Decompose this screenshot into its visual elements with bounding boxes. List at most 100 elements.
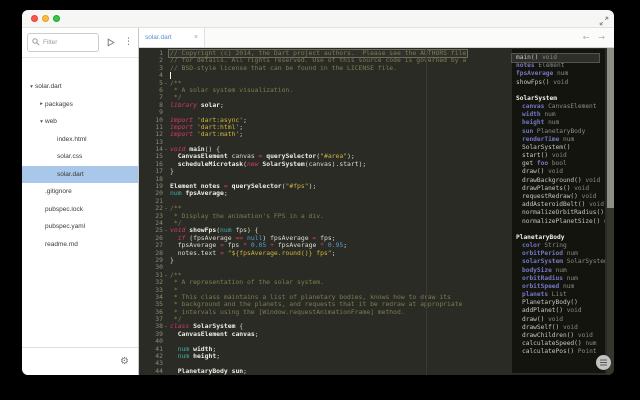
outline-item-fpsaverage-num[interactable]: fpsAverage num [512, 70, 605, 78]
outline-item-drawself-void[interactable]: drawSelf() void [512, 324, 605, 332]
outline-item-draw-void[interactable]: draw() void [512, 168, 605, 176]
outline-item-planetarybody[interactable]: PlanetaryBody [512, 234, 605, 242]
outline-item-get-foo-bool[interactable]: get foo bool [512, 160, 605, 168]
tree-item-label: .gitignore [45, 188, 72, 195]
outline-toggle-button[interactable] [596, 355, 611, 370]
sidebar-toolbar: Filter ⋮ [22, 28, 138, 58]
code-text: num height; [169, 353, 221, 360]
editor-area: solar.dart × ← → 1// Copyright (c) 2014,… [139, 28, 614, 375]
outline-gap [512, 87, 605, 95]
tree-item-label: pubspec.lock [45, 206, 83, 213]
outline-item-addplanet-void[interactable]: addPlanet() void [512, 307, 605, 315]
tree-item-label: solar.dart [35, 83, 62, 90]
outline-item-solarsystem-solarsystem[interactable]: solarSystem SolarSystem [512, 258, 605, 266]
outline-item-main-void[interactable]: main() void [512, 54, 599, 62]
code-text: // BSD-style license that can be found i… [169, 65, 398, 72]
window-titlebar [22, 10, 614, 28]
editor-scrollbar[interactable] [607, 48, 614, 375]
tree-item-solar-dart[interactable]: solar.dart [22, 166, 138, 184]
tree-item-pubspec-lock[interactable]: pubspec.lock [22, 201, 138, 219]
editor-scrollbar-thumb[interactable] [607, 48, 614, 208]
chevron-down-icon[interactable]: ▾ [28, 84, 35, 90]
outline-item-planets-list[interactable]: planets List [512, 291, 605, 299]
outline-item-normalizeplanetsize-n[interactable]: normalizePlanetSize() n… [512, 218, 605, 226]
nav-back-button[interactable]: ← [583, 33, 590, 42]
tree-item-label: readme.md [45, 241, 78, 248]
outline-panel: main() voidnotes ElementfpsAverage numsh… [512, 49, 605, 373]
zoom-window-button[interactable] [53, 15, 60, 22]
tree-item-label: solar.dart [57, 171, 84, 178]
tree-item-packages[interactable]: ▸packages [22, 96, 138, 114]
tree-item-solar-dart[interactable]: ▾solar.dart [22, 78, 138, 96]
code-text: num fpsAverage; [169, 190, 229, 197]
tab-solar-dart[interactable]: solar.dart × [139, 28, 205, 47]
expand-icon[interactable] [599, 13, 609, 23]
outline-item-width-num[interactable]: width num [512, 111, 605, 119]
traffic-lights [31, 15, 60, 22]
code-text: * Display the animation's FPS in a div. [169, 213, 325, 220]
outline-item-sun-planetarybody[interactable]: sun PlanetaryBody [512, 128, 605, 136]
filter-placeholder: Filter [43, 39, 57, 46]
tree-item-web[interactable]: ▾web [22, 113, 138, 131]
nav-forward-button[interactable]: → [598, 33, 605, 42]
tree-item-gitignore[interactable]: .gitignore [22, 183, 138, 201]
outline-item-start-void[interactable]: start() void [512, 152, 605, 160]
outline-item-addasteroidbelt-void[interactable]: addAsteroidBelt() void [512, 201, 605, 209]
outline-item-calculatepos-point[interactable]: calculatePos() Point [512, 348, 605, 356]
outline-item-draw-void[interactable]: draw() void [512, 316, 605, 324]
print-margin-ruler [426, 48, 427, 375]
code-text: notes.text = "${fpsAverage.round()} fps"… [169, 250, 337, 257]
outline-item-requestredraw-void[interactable]: requestRedraw() void [512, 193, 605, 201]
outline-item-calculatespeed-num[interactable]: calculateSpeed() num [512, 340, 605, 348]
outline-item-orbitradius-num[interactable]: orbitRadius num [512, 275, 605, 283]
outline-item-orbitspeed-num[interactable]: orbitSpeed num [512, 283, 605, 291]
outline-item-planetarybody[interactable]: PlanetaryBody() [512, 299, 605, 307]
close-window-button[interactable] [31, 15, 38, 22]
outline-item-drawplanets-void[interactable]: drawPlanets() void [512, 185, 605, 193]
tree-item-label: pubspec.yaml [45, 223, 85, 230]
overflow-menu-icon[interactable]: ⋮ [124, 38, 133, 47]
gear-icon[interactable]: ⚙ [120, 357, 129, 367]
tree-item-label: solar.css [57, 153, 82, 160]
code-text: * A representation of the solar system. [169, 279, 325, 286]
outline-gap [512, 226, 605, 234]
outline-item-drawbackground-void[interactable]: drawBackground() void [512, 177, 605, 185]
outline-item-height-num[interactable]: height num [512, 119, 605, 127]
code-text: } [169, 257, 175, 264]
tree-item-pubspec-yaml[interactable]: pubspec.yaml [22, 218, 138, 236]
line-number: 44 [139, 368, 163, 375]
tree-item-solar-css[interactable]: solar.css [22, 148, 138, 166]
outline-item-canvas-canvaselement[interactable]: canvas CanvasElement [512, 103, 605, 111]
chevron-right-icon[interactable]: ▸ [38, 101, 45, 107]
code-text: import 'dart:math'; [169, 131, 244, 138]
outline-item-solarsystem[interactable]: SolarSystem() [512, 144, 605, 152]
code-text: } [169, 168, 175, 175]
tab-close-icon[interactable]: × [194, 34, 198, 41]
chevron-down-icon[interactable]: ▾ [38, 119, 45, 125]
filter-input[interactable]: Filter [27, 33, 99, 52]
outline-item-color-string[interactable]: color String [512, 242, 605, 250]
outline-item-normalizeorbitradius[interactable]: normalizeOrbitRadius() … [512, 209, 605, 217]
tree-item-label: index.html [57, 136, 87, 143]
code-text: * A solar system visualization. [169, 87, 294, 94]
minimize-window-button[interactable] [42, 15, 49, 22]
code-text: CanvasElement canvas; [169, 331, 260, 338]
code-editor[interactable]: 1// Copyright (c) 2014, the Dart project… [139, 48, 614, 375]
sidebar-bottom-bar: ⚙ [22, 347, 138, 375]
outline-item-showfps-void[interactable]: showFps() void [512, 79, 605, 87]
outline-item-notes-element[interactable]: notes Element [512, 62, 605, 70]
tree-item-index-html[interactable]: index.html [22, 131, 138, 149]
outline-item-orbitperiod-num[interactable]: orbitPeriod num [512, 250, 605, 258]
run-button[interactable] [107, 38, 115, 47]
code-text: scheduleMicrotask(new SolarSystem(canvas… [169, 161, 367, 168]
outline-item-solarsystem[interactable]: SolarSystem [512, 95, 605, 103]
tab-bar: solar.dart × ← → [139, 28, 614, 48]
outline-item-rendertime-num[interactable]: renderTime num [512, 136, 605, 144]
code-text: library solar; [169, 102, 225, 109]
tree-item-readme-md[interactable]: readme.md [22, 236, 138, 254]
file-sidebar: Filter ⋮ ▾solar.dart▸packages▾webindex.h… [22, 28, 139, 375]
tree-item-label: web [45, 118, 57, 125]
outline-item-drawchildren-void[interactable]: drawChildren() void [512, 332, 605, 340]
app-window: Filter ⋮ ▾solar.dart▸packages▾webindex.h… [22, 10, 614, 375]
outline-item-bodysize-num[interactable]: bodySize num [512, 267, 605, 275]
